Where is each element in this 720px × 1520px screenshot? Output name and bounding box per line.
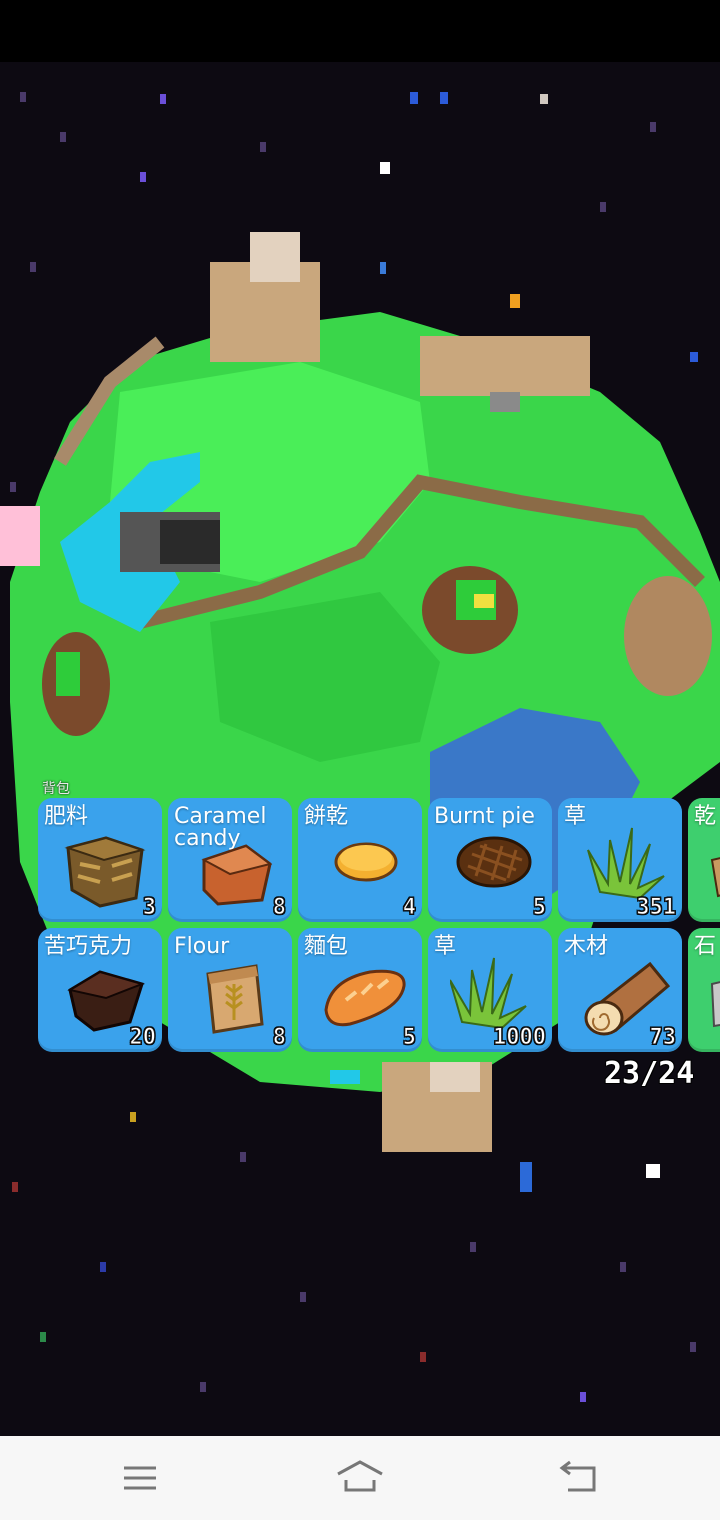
inventory-slot[interactable]: 肥料 3: [38, 798, 162, 922]
inventory-title: 背包: [42, 781, 70, 797]
planet-world[interactable]: [0, 62, 720, 1436]
home-icon[interactable]: [330, 1458, 390, 1498]
inventory-slot[interactable]: 石: [688, 928, 720, 1052]
slot-count: 351: [636, 895, 677, 921]
partial-item-icon: [710, 981, 720, 1028]
inventory-slot[interactable]: 麵包 5: [298, 928, 422, 1052]
menu-icon[interactable]: [110, 1458, 170, 1498]
inventory-slot[interactable]: 苦巧克力 20: [38, 928, 162, 1052]
bread-icon: [324, 969, 406, 1027]
inventory-capacity: 23/24: [604, 1056, 695, 1091]
inventory-slot[interactable]: 餅乾 4: [298, 798, 422, 922]
inventory-slot[interactable]: Burnt pie 5: [428, 798, 552, 922]
burnt-pie-icon: [456, 836, 532, 888]
slot-count: 5: [402, 1025, 416, 1051]
inventory-slot[interactable]: Caramel candy 8: [168, 798, 292, 922]
caramel-candy-icon: [201, 844, 273, 906]
inventory-slot[interactable]: 草 351: [558, 798, 682, 922]
partial-item-icon: [710, 857, 720, 898]
slot-count: 73: [649, 1025, 676, 1051]
slot-count: 3: [142, 895, 156, 921]
cookie-icon: [334, 842, 398, 882]
system-navbar: [0, 1436, 720, 1520]
slot-count: 8: [272, 895, 286, 921]
game-screen: 背包 肥料 3 Caramel candy 8 餅乾 4 Burnt pie 5…: [0, 0, 720, 1520]
inventory-slot[interactable]: 木材 73: [558, 928, 682, 1052]
inventory-slot[interactable]: 乾: [688, 798, 720, 922]
slot-count: 1000: [493, 1025, 547, 1051]
inventory-slot[interactable]: Flour 8: [168, 928, 292, 1052]
back-icon[interactable]: [550, 1458, 610, 1498]
planet-island: [0, 232, 720, 1152]
slot-count: 5: [532, 895, 546, 921]
inventory-slot[interactable]: 草 1000: [428, 928, 552, 1052]
flour-bag-icon: [206, 964, 264, 1034]
slot-count: 20: [129, 1025, 156, 1051]
slot-count: 4: [402, 895, 416, 921]
slot-count: 8: [272, 1025, 286, 1051]
fertilizer-crate-icon: [64, 836, 146, 908]
